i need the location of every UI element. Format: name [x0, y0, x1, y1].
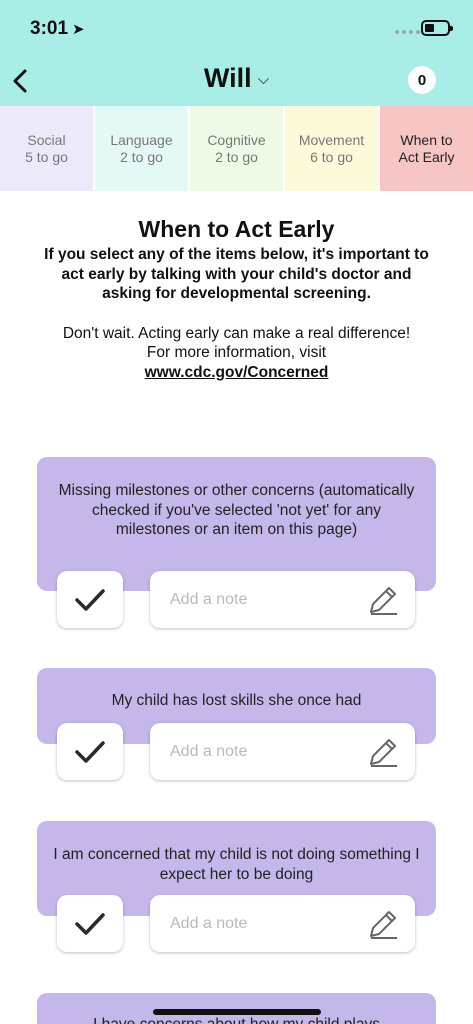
home-indicator[interactable] — [153, 1009, 321, 1015]
intro-text: Don't wait. Acting early can make a real… — [62, 324, 411, 362]
intro-bold-text: If you select any of the items below, it… — [44, 246, 429, 302]
concern-checkbox[interactable] — [57, 723, 123, 780]
concern-text: My child has lost skills she once had — [111, 692, 362, 709]
signal-icon — [395, 30, 420, 34]
note-input[interactable]: Add a note — [150, 723, 415, 780]
tab-language[interactable]: Language 2 to go — [95, 106, 188, 191]
child-selector[interactable]: Will ⌵ — [0, 63, 473, 94]
checkmark-icon — [75, 912, 105, 935]
tab-social[interactable]: Social 5 to go — [0, 106, 93, 191]
app-header: 3:01 ➤ Will ⌵ 0 — [0, 0, 473, 106]
status-time: 3:01 ➤ — [30, 18, 85, 39]
cdc-link[interactable]: www.cdc.gov/Concerned — [0, 363, 473, 383]
note-input[interactable]: Add a note — [150, 571, 415, 628]
note-input[interactable]: Add a note — [150, 895, 415, 952]
concern-checkbox[interactable] — [57, 571, 123, 628]
concern-text: I am concerned that my child is not doin… — [53, 846, 420, 883]
chevron-down-icon: ⌵ — [257, 71, 270, 89]
concern-checkbox[interactable] — [57, 895, 123, 952]
tab-movement[interactable]: Movement 6 to go — [285, 106, 378, 191]
notification-badge[interactable]: 0 — [408, 66, 436, 94]
intro-section: When to Act Early If you select any of t… — [0, 216, 473, 383]
location-arrow-icon: ➤ — [72, 21, 85, 38]
pencil-icon[interactable] — [367, 584, 399, 616]
page-title: When to Act Early — [138, 216, 335, 242]
child-name: Will — [203, 63, 252, 93]
pencil-icon[interactable] — [367, 736, 399, 768]
tab-cognitive[interactable]: Cognitive 2 to go — [190, 106, 283, 191]
battery-icon — [421, 20, 453, 36]
checkmark-icon — [75, 588, 105, 611]
pencil-icon[interactable] — [367, 908, 399, 940]
checkmark-icon — [75, 740, 105, 763]
tab-act-early[interactable]: When to Act Early — [380, 106, 473, 191]
category-tabs: Social 5 to go Language 2 to go Cognitive 2… — [0, 106, 473, 191]
concern-text: Missing milestones or other concerns (au… — [58, 482, 415, 538]
